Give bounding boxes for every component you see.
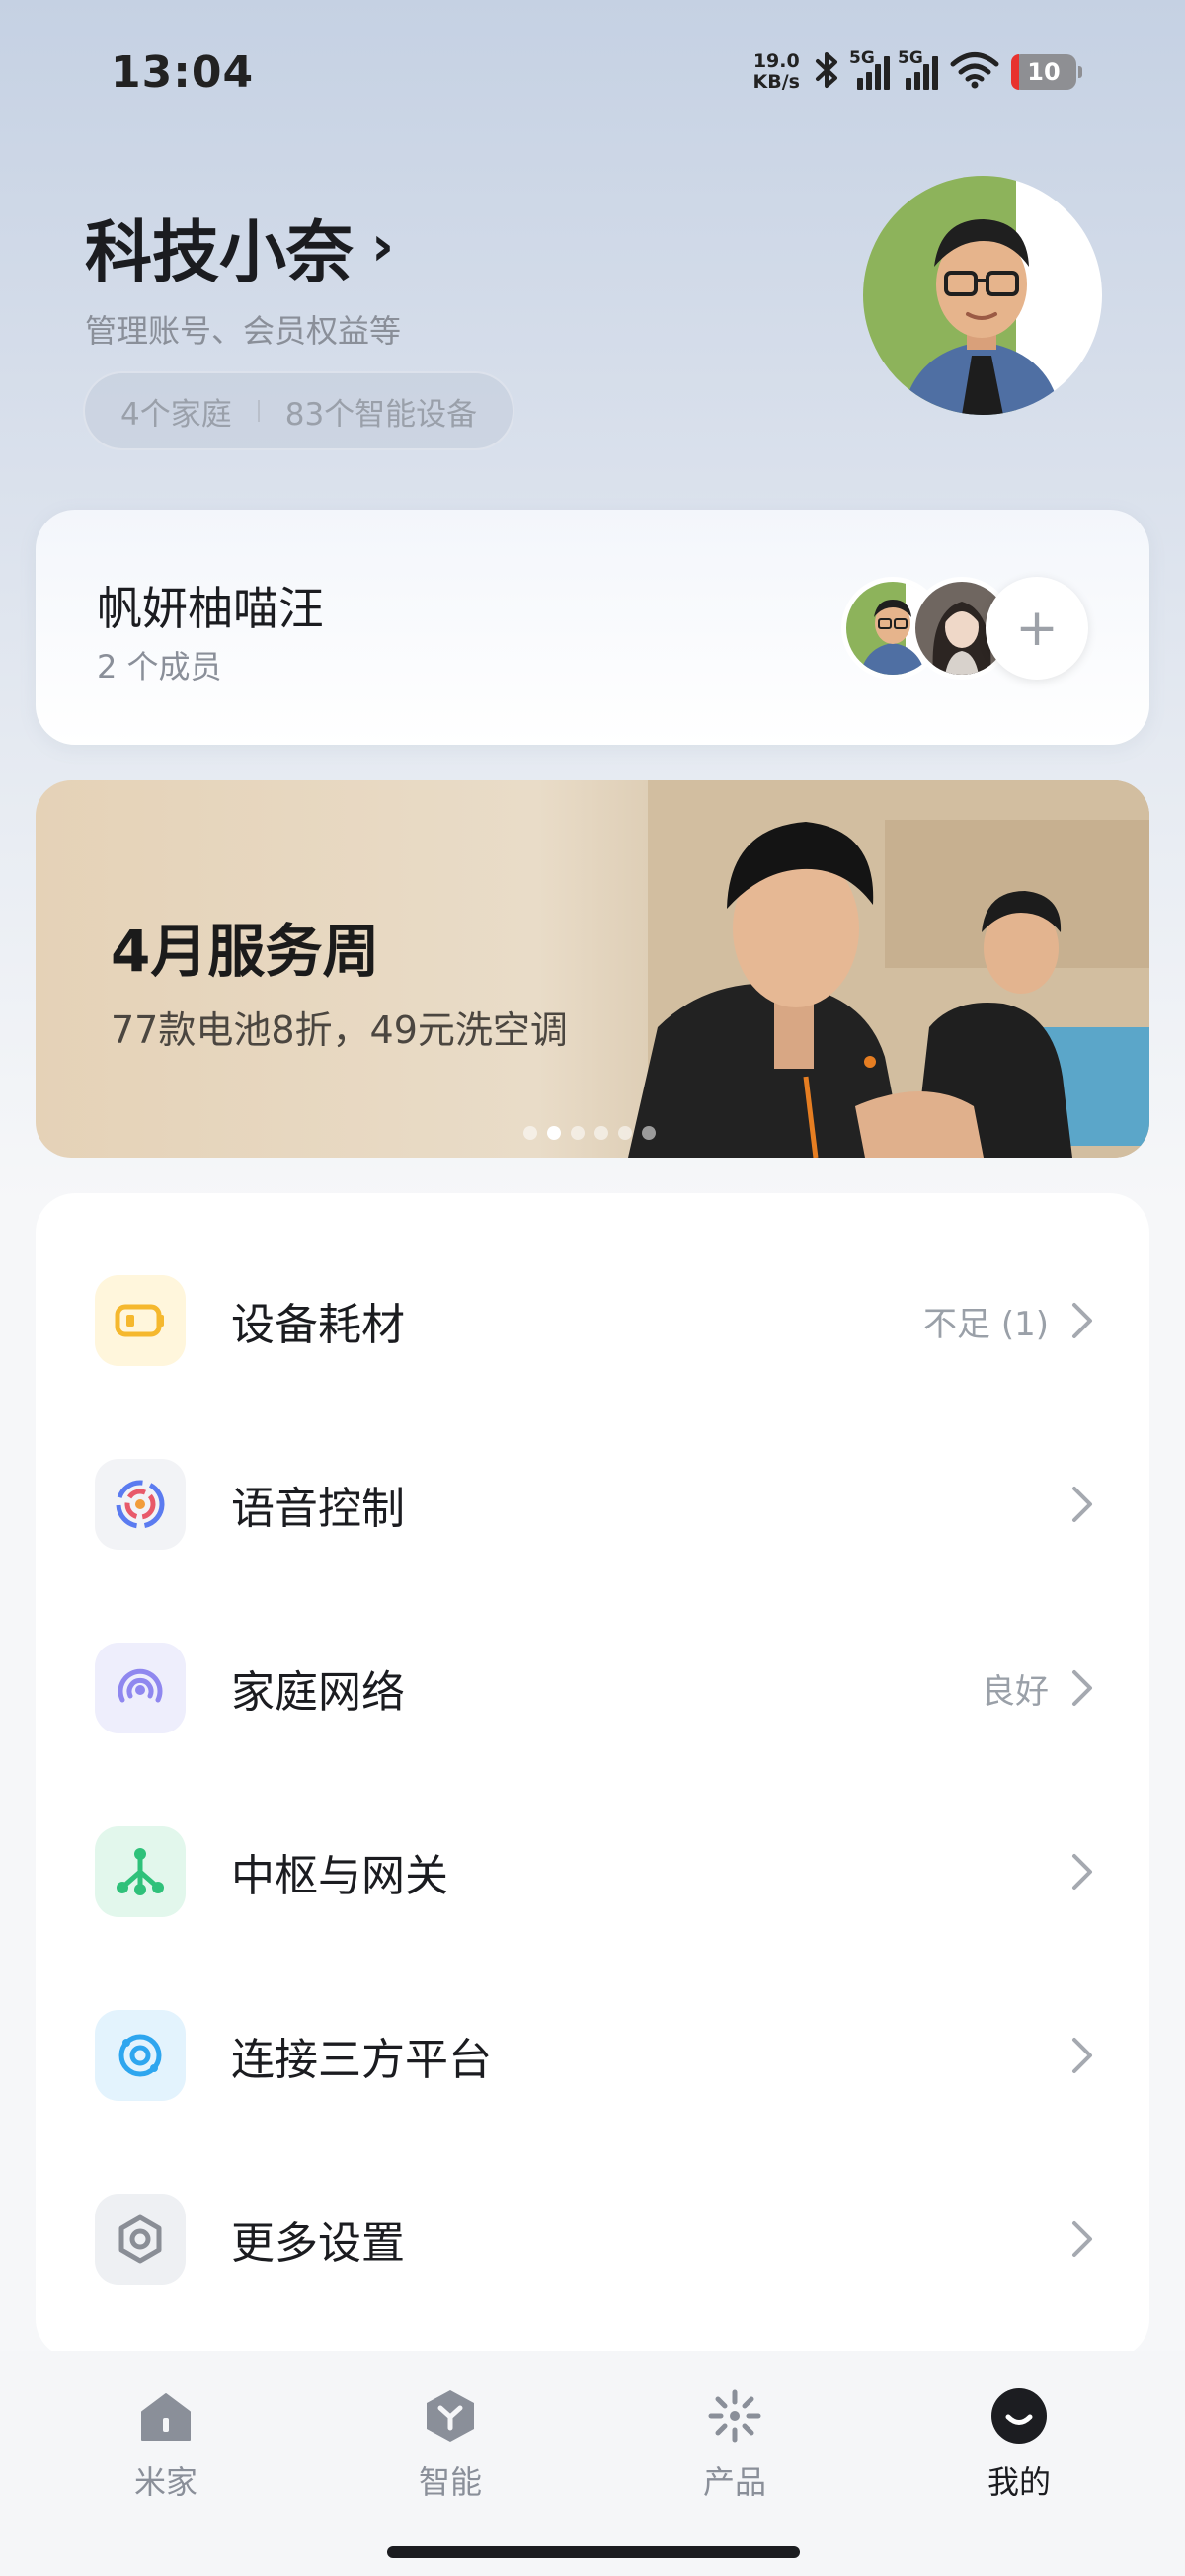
products-icon [705,2386,764,2446]
profile-name-link[interactable]: 科技小奈 › [85,198,394,295]
chevron-right-icon [1063,1668,1102,1708]
profile-stats-pill[interactable]: 4个家庭 83个智能设备 [83,371,515,450]
menu-label: 连接三方平台 [231,2035,492,2085]
banner-subtitle: 77款电池8折，49元洗空调 [111,1008,568,1052]
chevron-right-icon [1063,2036,1102,2075]
menu-item-voice-control[interactable]: 语音控制 [36,1412,1149,1596]
menu-label: 家庭网络 [231,1667,405,1718]
smart-icon [421,2386,480,2446]
settings-menu: 设备耗材 不足 (1) 语音控制 家庭网络 良好 中枢与网关 连接三方平台 更多… [36,1193,1149,2359]
pagination-dot [523,1126,537,1140]
hub-gateway-icon [95,1826,186,1917]
menu-item-more-settings[interactable]: 更多设置 [36,2147,1149,2331]
avatar[interactable] [863,176,1102,415]
bottom-tab-bar: 米家 智能 产品 我的 [0,2351,1185,2576]
signal-icon: 5G [849,48,890,90]
status-bar: 13:04 19.0 KB/s 5G 5G 10 [0,0,1185,148]
status-icons: 19.0 KB/s 5G 5G 10 [752,48,1082,95]
pagination-dot [571,1126,585,1140]
family-count: 4个家庭 [120,396,232,433]
tab-home[interactable]: 米家 [87,2386,245,2503]
chevron-right-icon [1063,2219,1102,2259]
network-icon [95,1643,186,1733]
profile-icon [989,2386,1049,2446]
third-party-icon [95,2010,186,2101]
signal-icon: 5G [898,48,938,90]
family-member-count: 2 个成员 [97,648,222,685]
family-card[interactable]: 帆妍柚喵汪 2 个成员 + [36,510,1149,745]
profile-name: 科技小奈 [85,214,355,292]
menu-item-third-party[interactable]: 连接三方平台 [36,1964,1149,2147]
banner-pagination [523,1126,656,1140]
bluetooth-icon [812,50,841,94]
promo-banner[interactable]: 4月服务周 77款电池8折，49元洗空调 [36,780,1149,1158]
menu-label: 中枢与网关 [231,1851,448,1901]
menu-label: 语音控制 [231,1484,405,1534]
voice-assistant-icon [95,1459,186,1550]
pagination-dot-active [547,1126,561,1140]
chevron-right-icon [1063,1485,1102,1524]
tab-label: 我的 [987,2463,1051,2501]
pagination-dot [618,1126,632,1140]
menu-status: 不足 (1) [923,1304,1049,1344]
chevron-right-icon: › [371,214,395,279]
chevron-right-icon [1063,1852,1102,1892]
menu-label: 设备耗材 [231,1300,405,1350]
home-icon [136,2386,196,2446]
tab-label: 智能 [418,2463,482,2501]
network-speed: 19.0 KB/s [752,50,800,93]
home-indicator[interactable] [387,2546,800,2558]
tab-smart[interactable]: 智能 [371,2386,529,2503]
tab-label: 米家 [133,2463,198,2501]
banner-title: 4月服务周 [111,918,380,985]
tab-label: 产品 [702,2463,766,2501]
tab-products[interactable]: 产品 [656,2386,814,2503]
tab-profile[interactable]: 我的 [940,2386,1098,2503]
menu-item-consumables[interactable]: 设备耗材 不足 (1) [36,1229,1149,1412]
divider [257,400,260,422]
chevron-right-icon [1063,1301,1102,1340]
device-count: 83个智能设备 [284,396,478,433]
add-member-button[interactable]: + [986,577,1088,680]
profile-subtitle: 管理账号、会员权益等 [85,312,402,350]
menu-label: 更多设置 [231,2218,405,2269]
menu-item-hub-gateway[interactable]: 中枢与网关 [36,1780,1149,1964]
pagination-dot [594,1126,608,1140]
family-name: 帆妍柚喵汪 [97,582,324,635]
settings-icon [95,2194,186,2285]
battery-icon: 10 [1011,54,1082,90]
status-time: 13:04 [111,47,255,98]
pagination-dot [642,1126,656,1140]
menu-status: 良好 [982,1671,1049,1712]
menu-item-home-network[interactable]: 家庭网络 良好 [36,1596,1149,1780]
battery-icon [95,1275,186,1366]
wifi-icon [950,51,999,93]
